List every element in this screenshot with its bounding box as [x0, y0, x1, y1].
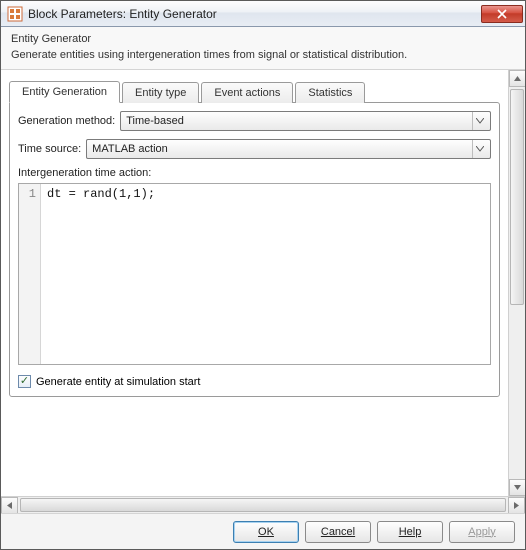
generation-method-select[interactable]: Time-based	[120, 111, 491, 131]
check-icon: ✓	[20, 376, 29, 387]
description-text: Generate entities using intergeneration …	[11, 49, 515, 61]
line-number: 1	[29, 187, 36, 201]
chevron-down-icon	[472, 140, 486, 158]
horizontal-scroll-thumb[interactable]	[20, 498, 506, 512]
time-source-value: MATLAB action	[92, 143, 468, 155]
tab-entity-type[interactable]: Entity type	[122, 82, 199, 103]
description-block: Entity Generator Generate entities using…	[1, 27, 525, 70]
code-editor[interactable]: 1 dt = rand(1,1);	[18, 183, 491, 365]
tab-label: Statistics	[308, 87, 352, 99]
time-source-select[interactable]: MATLAB action	[86, 139, 491, 159]
code-gutter: 1	[19, 184, 41, 364]
main-inner: Entity Generation Entity type Event acti…	[1, 70, 508, 496]
close-button[interactable]	[481, 5, 523, 23]
apply-label: Apply	[468, 526, 496, 538]
apply-button[interactable]: Apply	[449, 521, 515, 543]
vertical-scroll-thumb[interactable]	[510, 89, 524, 305]
ok-button[interactable]: OK	[233, 521, 299, 543]
tab-event-actions[interactable]: Event actions	[201, 82, 293, 103]
tab-label: Entity type	[135, 87, 186, 99]
code-text: dt = rand(1,1);	[41, 184, 490, 364]
spacer	[9, 397, 500, 496]
intergeneration-label: Intergeneration time action:	[18, 167, 491, 179]
help-label: Help	[399, 526, 422, 538]
scroll-down-arrow-icon[interactable]	[509, 479, 525, 496]
tabs-row: Entity Generation Entity type Event acti…	[9, 78, 500, 102]
vertical-scroll-track[interactable]	[509, 87, 525, 479]
help-button[interactable]: Help	[377, 521, 443, 543]
vertical-scrollbar[interactable]	[508, 70, 525, 496]
tab-label: Entity Generation	[22, 86, 107, 98]
content-area: Entity Generator Generate entities using…	[1, 27, 525, 549]
chevron-down-icon	[472, 112, 486, 130]
time-source-label: Time source:	[18, 143, 81, 155]
description-heading: Entity Generator	[11, 33, 515, 45]
horizontal-scroll-track[interactable]	[18, 497, 508, 513]
time-source-row: Time source: MATLAB action	[18, 139, 491, 159]
tab-entity-generation[interactable]: Entity Generation	[9, 81, 120, 103]
horizontal-scrollbar[interactable]	[1, 496, 525, 513]
generation-method-row: Generation method: Time-based	[18, 111, 491, 131]
window-title: Block Parameters: Entity Generator	[28, 7, 481, 21]
generation-method-label: Generation method:	[18, 115, 115, 127]
tab-label: Event actions	[214, 87, 280, 99]
scroll-up-arrow-icon[interactable]	[509, 70, 525, 87]
scroll-left-arrow-icon[interactable]	[1, 497, 18, 514]
tab-pane: Generation method: Time-based Time sourc…	[9, 102, 500, 397]
titlebar: Block Parameters: Entity Generator	[1, 1, 525, 27]
generate-at-start-label: Generate entity at simulation start	[36, 376, 200, 388]
main-scroll-area: Entity Generation Entity type Event acti…	[1, 70, 525, 496]
cancel-label: Cancel	[321, 526, 355, 538]
app-icon	[7, 6, 23, 22]
dialog-window: Block Parameters: Entity Generator Entit…	[0, 0, 526, 550]
ok-label: OK	[258, 526, 274, 538]
button-row: OK Cancel Help Apply	[1, 513, 525, 549]
tab-statistics[interactable]: Statistics	[295, 82, 365, 103]
cancel-button[interactable]: Cancel	[305, 521, 371, 543]
generation-method-value: Time-based	[126, 115, 468, 127]
scroll-right-arrow-icon[interactable]	[508, 497, 525, 514]
generate-at-start-row: ✓ Generate entity at simulation start	[18, 375, 491, 388]
generate-at-start-checkbox[interactable]: ✓	[18, 375, 31, 388]
